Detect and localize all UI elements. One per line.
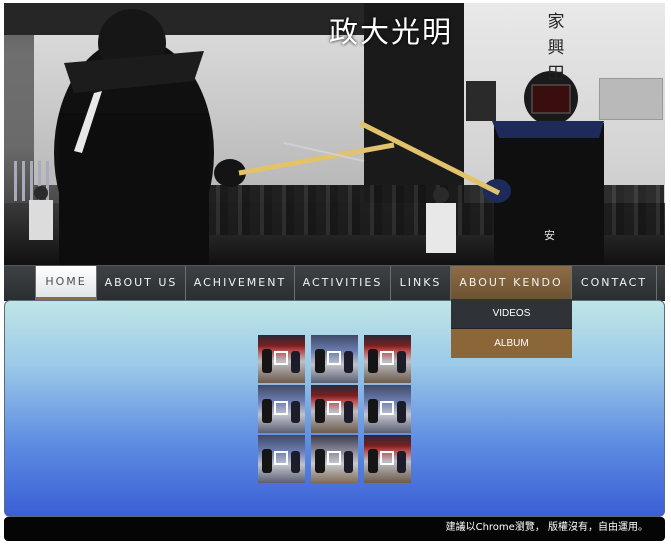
banner-vertical-text: 家興田 xyxy=(547,12,565,84)
nav-home[interactable]: HOME xyxy=(36,266,97,300)
page-frame: 安 政大光明 家興田 HOME ABOUT US ACHIVEMENT ACTI… xyxy=(4,3,665,541)
nav-contact[interactable]: CONTACT xyxy=(572,266,657,300)
image-frame-icon xyxy=(274,351,288,365)
header-banner: 安 政大光明 家興田 xyxy=(4,3,665,265)
image-frame-icon xyxy=(380,451,394,465)
dropdown-item-videos[interactable]: VIDEOS xyxy=(451,299,572,329)
nav-achivement[interactable]: ACHIVEMENT xyxy=(186,266,295,300)
footer-text: 建議以Chrome瀏覽， 版權沒有，自由運用。 xyxy=(445,522,648,533)
gallery-thumbnail[interactable] xyxy=(364,385,411,433)
gallery-thumbnail[interactable] xyxy=(258,335,305,383)
banner-title: 政大光明 xyxy=(329,15,454,49)
gallery-thumbnail[interactable] xyxy=(258,435,305,483)
image-frame-icon xyxy=(380,401,394,415)
image-frame-icon xyxy=(274,451,288,465)
gallery-thumbnail[interactable] xyxy=(364,335,411,383)
nav-spacer xyxy=(4,266,36,300)
nav-about-us[interactable]: ABOUT US xyxy=(97,266,186,300)
footer-bar: 建議以Chrome瀏覽， 版權沒有，自由運用。 xyxy=(4,517,665,541)
gallery-thumbnail[interactable] xyxy=(311,335,358,383)
left-kendoka-figure xyxy=(54,9,246,265)
nav-about-kendo[interactable]: ABOUT KENDO xyxy=(451,266,572,300)
nav-links[interactable]: LINKS xyxy=(391,266,451,300)
gallery-thumbnail[interactable] xyxy=(311,435,358,483)
main-nav: HOME ABOUT US ACHIVEMENT ACTIVITIES LINK… xyxy=(4,265,665,301)
gallery-thumbnail[interactable] xyxy=(311,385,358,433)
image-frame-icon xyxy=(327,451,341,465)
image-frame-icon xyxy=(327,401,341,415)
nav-activities[interactable]: ACTIVITIES xyxy=(295,266,391,300)
image-frame-icon xyxy=(327,351,341,365)
shinai-right xyxy=(358,120,501,196)
image-frame-icon xyxy=(274,401,288,415)
gallery-thumbnail[interactable] xyxy=(258,385,305,433)
gallery-thumbnail[interactable] xyxy=(364,435,411,483)
about-kendo-dropdown: VIDEOS ALBUM xyxy=(451,299,572,358)
svg-text:安: 安 xyxy=(544,228,555,242)
dropdown-item-album[interactable]: ALBUM xyxy=(451,329,572,358)
right-kendoka-figure: 安 xyxy=(483,71,604,265)
shinai-left xyxy=(238,142,395,176)
image-frame-icon xyxy=(380,351,394,365)
